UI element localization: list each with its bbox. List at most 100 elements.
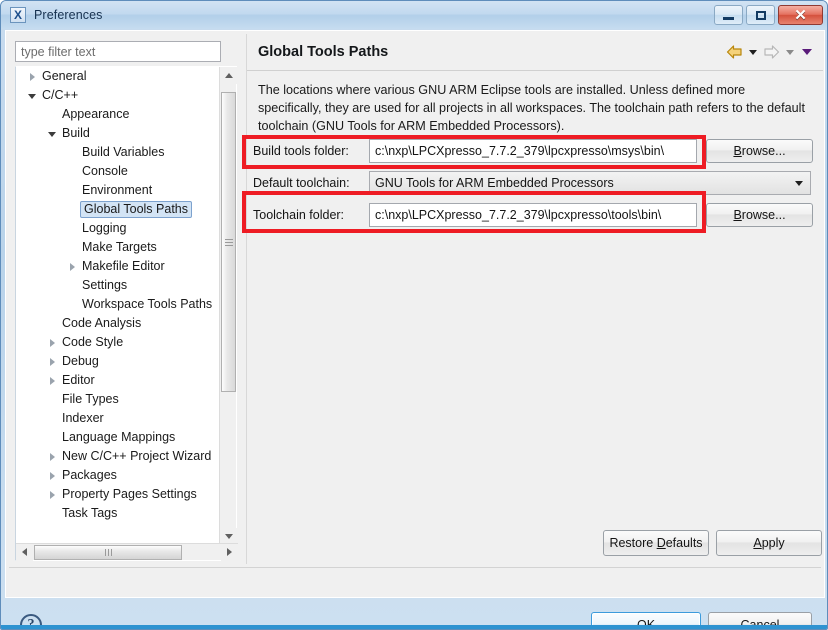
sidebar-item-label: Settings <box>82 278 128 292</box>
sidebar-item-file-types[interactable]: File Types <box>16 390 221 409</box>
sidebar-item-workspace-tools-paths[interactable]: Workspace Tools Paths <box>16 295 221 314</box>
sidebar-item-logging[interactable]: Logging <box>16 219 221 238</box>
scroll-up-button[interactable] <box>220 67 237 84</box>
chevron-down-icon[interactable] <box>795 181 803 186</box>
vertical-scroll-thumb[interactable] <box>221 92 236 392</box>
chevron-down-icon[interactable] <box>24 86 40 105</box>
build-tools-folder-label: Build tools folder: <box>253 144 349 158</box>
window-title: Preferences <box>34 8 103 22</box>
chevron-right-icon[interactable] <box>24 67 40 86</box>
chevron-right-icon[interactable] <box>44 371 60 390</box>
sidebar-item-code-style[interactable]: Code Style <box>16 333 221 352</box>
back-history-chevron-down-icon[interactable] <box>749 49 757 55</box>
chevron-right-icon[interactable] <box>44 333 60 352</box>
sidebar-item-label: Makefile Editor <box>82 259 165 273</box>
sidebar-item-build-variables[interactable]: Build Variables <box>16 143 221 162</box>
sidebar-item-label: Packages <box>62 468 117 482</box>
sidebar-item-label: Code Analysis <box>62 316 142 330</box>
tree-vertical-scrollbar[interactable] <box>219 67 237 545</box>
page-nav-icons <box>726 44 814 60</box>
chevron-right-icon[interactable] <box>44 466 60 485</box>
preference-page: Global Tools Paths The locations where v… <box>246 34 823 564</box>
sidebar-item-property-pages-settings[interactable]: Property Pages Settings <box>16 485 221 504</box>
title-divider <box>247 70 823 71</box>
apply-button[interactable]: Apply <box>716 530 822 556</box>
help-question-icon[interactable]: ? <box>20 614 42 629</box>
sidebar-item-label: Editor <box>62 373 95 387</box>
sidebar-item-console[interactable]: Console <box>16 162 221 181</box>
cancel-button[interactable]: Cancel <box>708 612 812 629</box>
sidebar-item-task-tags[interactable]: Task Tags <box>16 504 221 523</box>
scroll-left-button[interactable] <box>16 543 33 561</box>
build-tools-folder-input[interactable] <box>369 139 697 163</box>
restore-defaults-button[interactable]: Restore Defaults <box>603 530 709 556</box>
sidebar-item-c-c[interactable]: C/C++ <box>16 86 221 105</box>
sidebar-item-debug[interactable]: Debug <box>16 352 221 371</box>
build-tools-folder-row: Build tools folder: Browse... <box>247 139 823 163</box>
sidebar-item-label: Environment <box>82 183 153 197</box>
sidebar-item-general[interactable]: General <box>16 67 221 86</box>
toolchain-folder-label: Toolchain folder: <box>253 208 345 222</box>
build-tools-browse-button[interactable]: Browse... <box>706 139 813 163</box>
restore-defaults-label: Restore Defaults <box>609 536 703 550</box>
sidebar-item-environment[interactable]: Environment <box>16 181 221 200</box>
sidebar-item-settings[interactable]: Settings <box>16 276 221 295</box>
sidebar-item-packages[interactable]: Packages <box>16 466 221 485</box>
sidebar-item-appearance[interactable]: Appearance <box>16 105 221 124</box>
ok-button[interactable]: OK <box>591 612 701 629</box>
chevron-left-icon <box>22 548 27 556</box>
sidebar-item-make-targets[interactable]: Make Targets <box>16 238 221 257</box>
sidebar-item-indexer[interactable]: Indexer <box>16 409 221 428</box>
sidebar-item-editor[interactable]: Editor <box>16 371 221 390</box>
chevron-right-icon[interactable] <box>44 447 60 466</box>
sidebar-item-global-tools-paths[interactable]: Global Tools Paths <box>16 200 221 219</box>
sidebar-item-label: Property Pages Settings <box>62 487 197 501</box>
filter-input[interactable] <box>15 41 221 62</box>
minimize-button[interactable] <box>714 5 743 25</box>
window-controls: ✕ <box>714 5 823 25</box>
chevron-down-icon[interactable] <box>44 124 60 143</box>
sidebar-item-label: C/C++ <box>42 88 79 102</box>
preferences-tree[interactable]: General C/C++ Appearance Build Build Variabl… <box>15 66 238 561</box>
toolchain-folder-input[interactable] <box>369 203 697 227</box>
eclipse-x-icon: X <box>10 7 26 23</box>
minimize-icon <box>723 17 734 20</box>
back-arrow-icon[interactable] <box>726 44 743 60</box>
sidebar-item-new-c-c-project-wizard[interactable]: New C/C++ Project Wizard <box>16 447 221 466</box>
tree-horizontal-scrollbar[interactable] <box>16 543 238 561</box>
chevron-right-icon[interactable] <box>44 485 60 504</box>
window-titlebar[interactable]: X Preferences ✕ <box>1 1 827 29</box>
maximize-button[interactable] <box>746 5 775 25</box>
footer-divider <box>9 567 821 568</box>
chevron-right-icon[interactable] <box>64 257 80 276</box>
page-title: Global Tools Paths <box>258 44 389 60</box>
app-icon-glyph: X <box>13 8 22 22</box>
preferences-window: X Preferences ✕ General C/C++ Appearance Bu… <box>0 0 828 630</box>
horizontal-scroll-thumb[interactable] <box>34 544 182 560</box>
sidebar-item-label: Build Variables <box>82 145 165 159</box>
toolchain-browse-button[interactable]: Browse... <box>706 203 813 227</box>
preferences-sidebar: General C/C++ Appearance Build Build Variabl… <box>9 34 238 564</box>
sidebar-item-build[interactable]: Build <box>16 124 221 143</box>
toolchain-browse-label: Browse... <box>733 208 786 222</box>
apply-label: Apply <box>753 536 785 550</box>
scroll-right-button[interactable] <box>221 543 238 561</box>
sidebar-item-language-mappings[interactable]: Language Mappings <box>16 428 221 447</box>
build-tools-browse-label: Browse... <box>733 144 786 158</box>
chevron-right-icon <box>227 548 232 556</box>
chevron-down-icon <box>224 534 233 539</box>
forward-history-chevron-down-icon <box>786 49 794 55</box>
sidebar-item-label: File Types <box>62 392 119 406</box>
page-menu-chevron-down-icon[interactable] <box>802 49 812 55</box>
sidebar-item-code-analysis[interactable]: Code Analysis <box>16 314 221 333</box>
close-button[interactable]: ✕ <box>778 5 823 25</box>
chevron-right-icon[interactable] <box>44 352 60 371</box>
sidebar-item-makefile-editor[interactable]: Makefile Editor <box>16 257 221 276</box>
default-toolchain-combo[interactable]: GNU Tools for ARM Embedded Processors <box>369 171 811 195</box>
